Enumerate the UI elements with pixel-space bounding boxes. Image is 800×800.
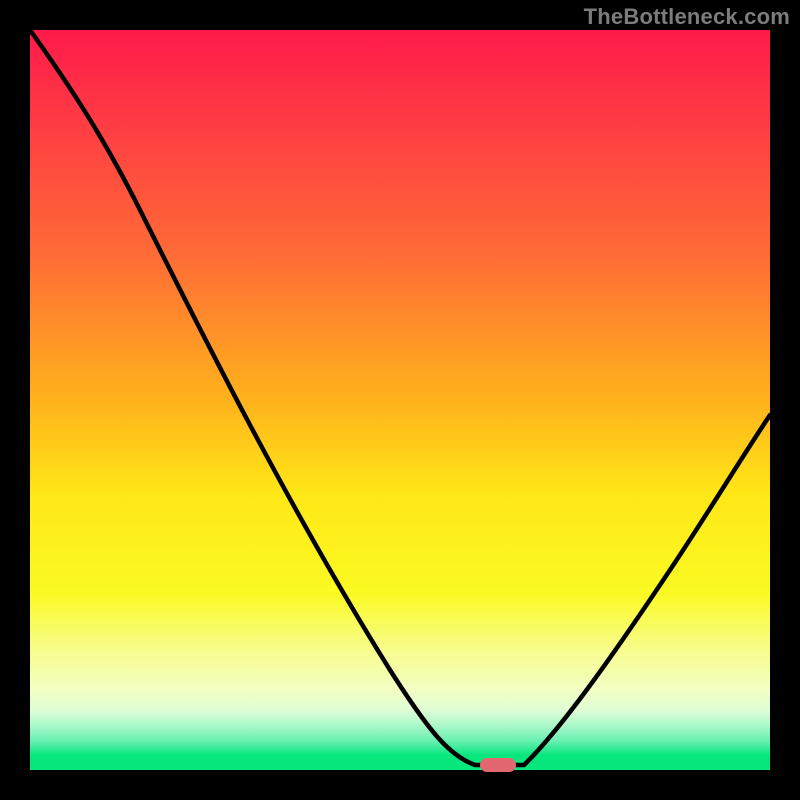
bottleneck-curve-line [30,30,770,765]
plot-area [30,30,770,770]
minimum-marker [480,758,516,772]
chart-container: TheBottleneck.com [0,0,800,800]
watermark-text: TheBottleneck.com [584,4,790,30]
curve-svg [30,30,770,770]
